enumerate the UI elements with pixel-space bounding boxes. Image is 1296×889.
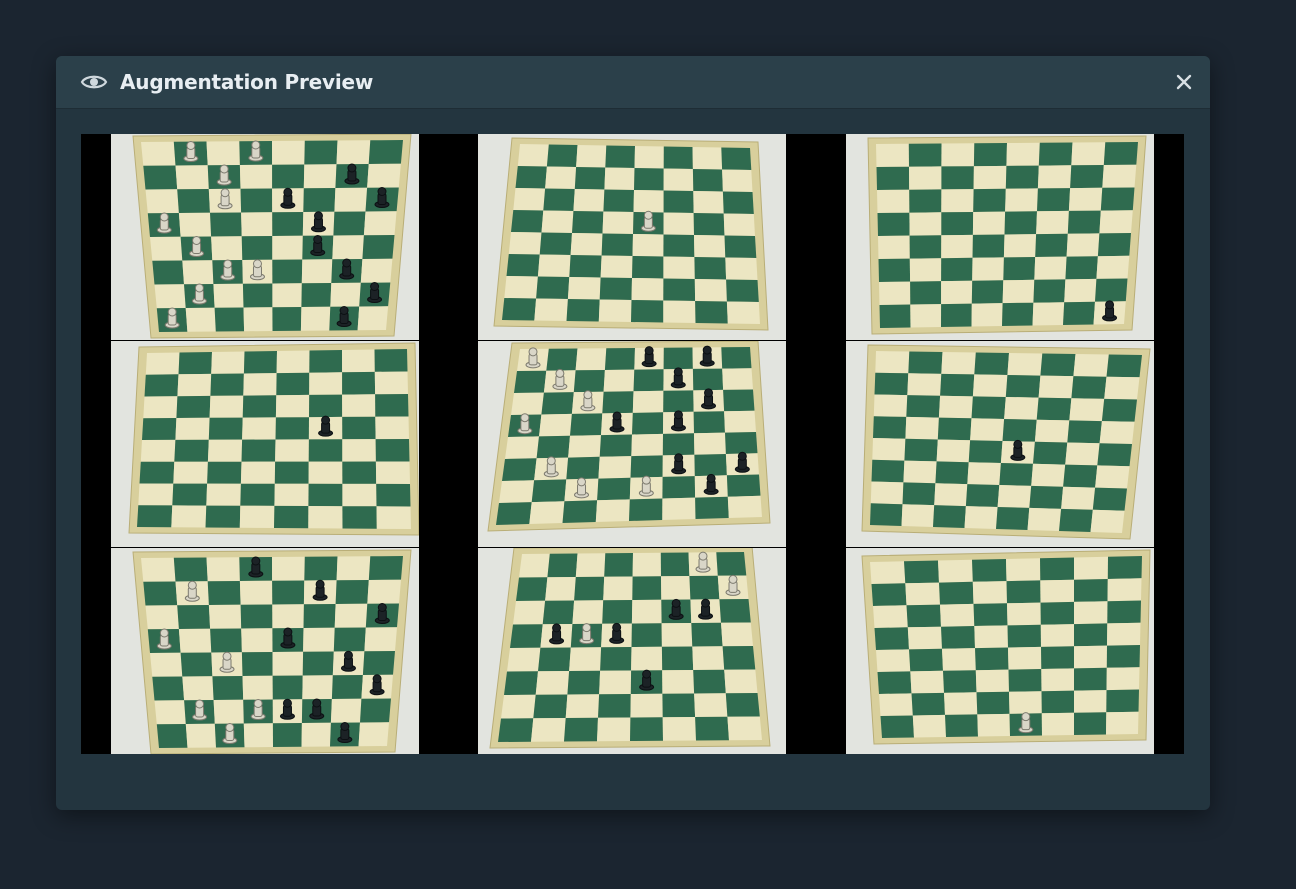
preview-column-1 (111, 134, 419, 754)
augmentation-preview-dialog: Augmentation Preview (56, 56, 1210, 810)
chessboard-image (846, 341, 1154, 547)
preview-tile (846, 134, 1154, 340)
chessboard-image (478, 548, 786, 754)
preview-tile (111, 134, 419, 340)
preview-tile (478, 548, 786, 754)
chessboard-image (846, 134, 1154, 340)
preview-tile (111, 548, 419, 754)
dialog-header: Augmentation Preview (56, 56, 1210, 109)
chessboard-image (111, 548, 419, 754)
close-icon (1176, 74, 1192, 90)
chessboard-image (111, 134, 419, 340)
preview-tile (846, 341, 1154, 547)
preview-tile (478, 341, 786, 547)
preview-tile (111, 341, 419, 547)
preview-column-2 (478, 134, 786, 754)
close-button[interactable] (1170, 68, 1198, 96)
preview-tile (478, 134, 786, 340)
augmentation-preview-grid (81, 134, 1184, 754)
chessboard-image (478, 134, 786, 340)
chessboard-image (111, 341, 419, 547)
eye-icon (80, 70, 108, 94)
chessboard-image (478, 341, 786, 547)
dialog-title: Augmentation Preview (120, 70, 374, 94)
preview-column-3 (846, 134, 1154, 754)
preview-tile (846, 548, 1154, 754)
chessboard-image (846, 548, 1154, 754)
